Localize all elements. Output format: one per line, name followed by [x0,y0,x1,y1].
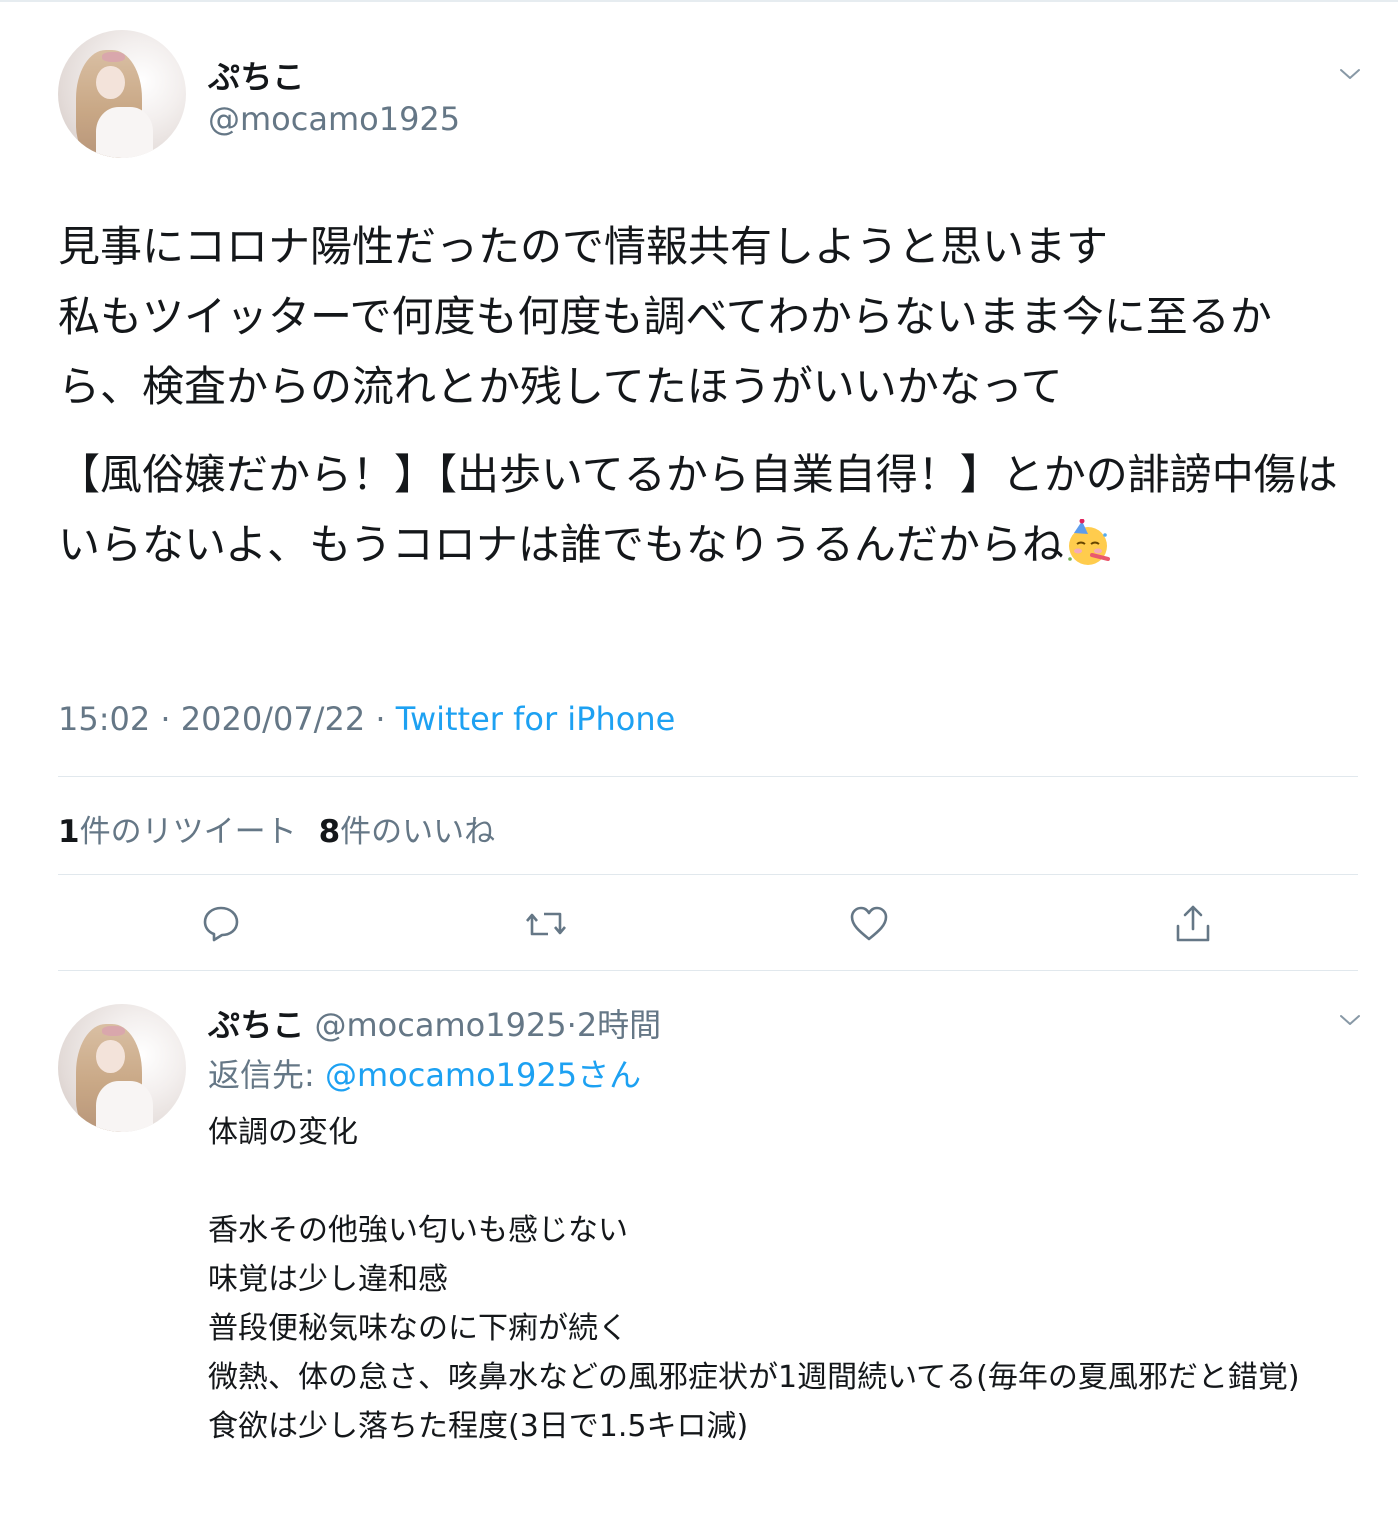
retweet-button[interactable] [524,902,568,946]
reply-author-handle[interactable]: @mocamo1925 [315,1006,567,1044]
reply-separator: · [566,1006,577,1044]
reply-line: 微熱、体の怠さ、咳鼻水などの風邪症状が1週間続いてる(毎年の夏風邪だと錯覚) [208,1360,1300,1395]
share-icon [1176,905,1210,942]
top-divider [0,0,1398,2]
tweet-stats: 1件のリツイート 8件のいいね [58,806,495,851]
reply-line: 味覚は少し違和感 [208,1262,448,1297]
like-stat[interactable]: 8件のいいね [319,814,496,850]
reply-line: 体調の変化 [208,1115,358,1150]
reply-header: ぷちこ @mocamo1925·2時間 [208,1000,661,1046]
tweet-paragraph-2-text: 【風俗嬢だから！】【出歩いてるから自業自得！】とかの誹謗中傷はいらないよ、もうコ… [58,450,1338,569]
retweet-label: 件のリツイート [79,814,297,850]
reply-text: 体調の変化 香水その他強い匂いも感じない 味覚は少し違和感 普段便秘気味なのに下… [208,1108,1368,1451]
reply-line [208,1157,1368,1206]
reply-icon [203,906,239,942]
reply-line: 普段便秘気味なのに下痢が続く [208,1311,628,1346]
divider [58,970,1358,971]
retweet-count: 1 [58,814,80,850]
tweet-paragraph-2: 【風俗嬢だから！】【出歩いてるから自業自得！】とかの誹謗中傷はいらないよ、もうコ… [58,440,1348,580]
reply-age[interactable]: 2時間 [577,1006,661,1044]
divider [58,776,1358,777]
divider [58,874,1358,875]
author-avatar[interactable] [58,30,186,158]
replying-to-label: 返信先: [208,1056,325,1094]
replying-to: 返信先: @mocamo1925さん [208,1050,641,1096]
tweet-source-link[interactable]: Twitter for iPhone [396,700,676,738]
reply-author-name[interactable]: ぷちこ [208,1006,304,1044]
reply-line: 食欲は少し落ちた程度(3日で1.5キロ減) [208,1409,749,1444]
share-button[interactable] [1171,902,1215,946]
tweet-detail-page: ぷちこ @mocamo1925 見事にコロナ陽性だったので情報共有しようと思いま… [0,0,1398,1516]
retweet-icon [526,912,566,936]
reply-line: 香水その他強い匂いも感じない [208,1213,628,1248]
reply-author-avatar[interactable] [58,1004,186,1132]
tweet-meta: 15:02 · 2020/07/22 · Twitter for iPhone [58,700,675,738]
meta-separator-2: · [375,700,386,738]
author-handle[interactable]: @mocamo1925 [208,100,460,138]
tweet-text: 見事にコロナ陽性だったので情報共有しようと思います 私もツイッターで何度も何度も… [58,212,1348,580]
author-name[interactable]: ぷちこ [208,52,304,98]
meta-separator-1: · [160,700,171,738]
retweet-stat[interactable]: 1件のリツイート [58,814,297,850]
partying-face-emoji-icon [1068,519,1110,565]
reply-button[interactable] [199,902,243,946]
like-icon [850,906,888,941]
replying-to-mention[interactable]: @mocamo1925さん [325,1056,641,1094]
like-count: 8 [318,814,341,850]
chevron-down-icon[interactable] [1338,1008,1362,1032]
tweet-time[interactable]: 15:02 [58,700,150,738]
like-button[interactable] [847,902,891,946]
tweet-date[interactable]: 2020/07/22 [181,700,365,738]
chevron-down-icon[interactable] [1338,62,1362,86]
like-label: 件のいいね [340,814,496,850]
tweet-paragraph-1: 見事にコロナ陽性だったので情報共有しようと思います 私もツイッターで何度も何度も… [58,222,1272,411]
